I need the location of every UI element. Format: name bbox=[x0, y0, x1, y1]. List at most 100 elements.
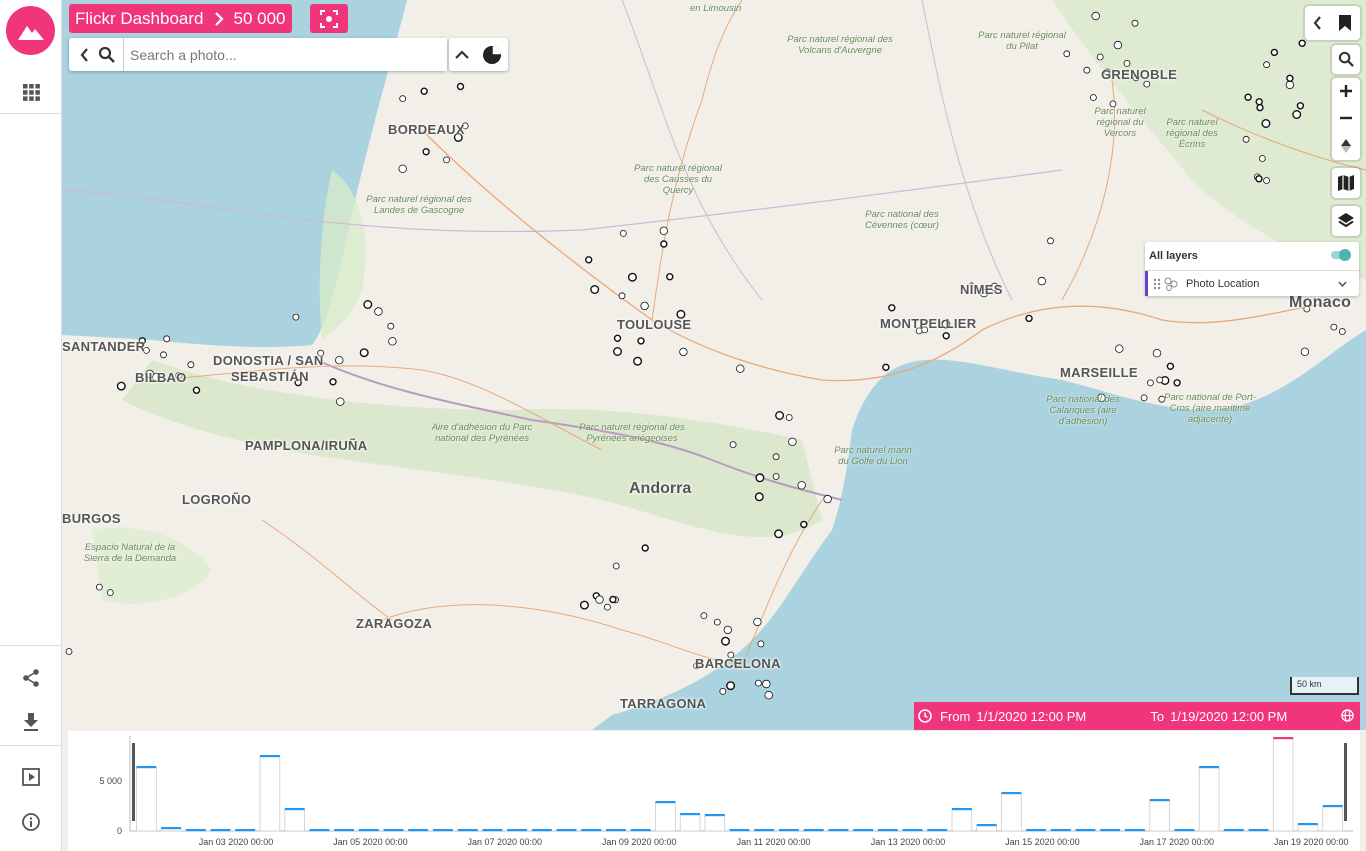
photo-marker[interactable] bbox=[443, 156, 450, 164]
timeline-bar[interactable] bbox=[284, 808, 306, 832]
from-value[interactable]: 1/1/2020 12:00 PM bbox=[976, 709, 1150, 724]
photo-marker[interactable] bbox=[1091, 11, 1100, 21]
timeline-chart[interactable]: 5 000 0 Jan 03 2020 00:00 Jan 05 2020 00:0… bbox=[68, 731, 1360, 851]
photo-marker[interactable] bbox=[633, 356, 643, 366]
photo-marker[interactable] bbox=[1285, 80, 1295, 90]
photo-marker[interactable] bbox=[1263, 177, 1270, 184]
timeline-bar[interactable] bbox=[259, 755, 281, 832]
photo-marker[interactable] bbox=[797, 481, 806, 490]
photo-marker[interactable] bbox=[1263, 61, 1270, 69]
photo-marker[interactable] bbox=[187, 361, 195, 369]
photo-marker[interactable] bbox=[800, 520, 808, 529]
dashboard-title-bar[interactable]: Flickr Dashboard 50 000 bbox=[69, 4, 292, 33]
basemap-button[interactable] bbox=[1332, 168, 1360, 198]
photo-marker[interactable] bbox=[721, 636, 731, 646]
globe-icon[interactable] bbox=[1341, 709, 1354, 722]
photo-marker[interactable] bbox=[726, 681, 736, 691]
photo-marker[interactable] bbox=[882, 363, 890, 371]
photo-marker[interactable] bbox=[1298, 39, 1306, 47]
timeline-histogram[interactable]: 5 000 0 Jan 03 2020 00:00 Jan 05 2020 00:0… bbox=[68, 731, 1360, 851]
bookmarks-control[interactable] bbox=[1305, 6, 1360, 40]
photo-marker[interactable] bbox=[719, 688, 727, 695]
all-layers-toggle[interactable] bbox=[1331, 249, 1351, 261]
photo-marker[interactable] bbox=[604, 603, 611, 611]
photo-marker[interactable] bbox=[1242, 135, 1250, 143]
photo-marker[interactable] bbox=[764, 691, 773, 700]
apps-grid-button[interactable] bbox=[0, 70, 62, 114]
photo-marker[interactable] bbox=[585, 256, 593, 264]
timeline-bar[interactable] bbox=[1198, 766, 1220, 832]
chevron-down-icon[interactable] bbox=[1338, 281, 1347, 287]
photo-marker[interactable] bbox=[619, 229, 627, 237]
play-button[interactable] bbox=[0, 755, 62, 799]
photo-marker[interactable] bbox=[363, 300, 373, 310]
timeline-bar[interactable] bbox=[1001, 792, 1022, 832]
photo-marker[interactable] bbox=[788, 437, 797, 446]
photo-marker[interactable] bbox=[1143, 80, 1151, 88]
photo-marker[interactable] bbox=[660, 240, 668, 248]
photo-marker[interactable] bbox=[754, 492, 764, 502]
photo-marker[interactable] bbox=[1256, 103, 1264, 112]
photo-marker[interactable] bbox=[374, 307, 383, 316]
photo-marker[interactable] bbox=[772, 473, 780, 480]
photo-marker[interactable] bbox=[65, 648, 73, 655]
photo-marker[interactable] bbox=[613, 334, 622, 342]
drag-handle-icon[interactable] bbox=[1153, 278, 1161, 290]
download-button[interactable] bbox=[0, 700, 62, 744]
range-handle-start[interactable] bbox=[132, 743, 135, 821]
photo-marker[interactable] bbox=[1258, 155, 1266, 162]
compass-icon[interactable] bbox=[1340, 138, 1352, 154]
map-search-button[interactable] bbox=[1332, 45, 1360, 74]
photo-marker[interactable] bbox=[336, 397, 345, 406]
photo-marker[interactable] bbox=[1083, 66, 1091, 74]
search-button[interactable] bbox=[91, 46, 123, 64]
photo-marker[interactable] bbox=[422, 147, 430, 156]
photo-marker[interactable] bbox=[292, 313, 300, 321]
photo-marker[interactable] bbox=[612, 562, 620, 570]
photo-marker[interactable] bbox=[1338, 328, 1346, 335]
photo-marker[interactable] bbox=[1123, 60, 1131, 67]
back-button[interactable] bbox=[77, 47, 91, 62]
photo-marker[interactable] bbox=[774, 529, 784, 539]
timeline-bar[interactable] bbox=[679, 813, 701, 832]
photo-marker[interactable] bbox=[641, 544, 649, 552]
photo-marker[interactable] bbox=[106, 589, 114, 596]
timeline-bar[interactable] bbox=[1322, 805, 1344, 832]
photo-marker[interactable] bbox=[595, 595, 604, 604]
photo-marker[interactable] bbox=[329, 378, 337, 386]
photo-marker[interactable] bbox=[1261, 118, 1271, 128]
photo-marker[interactable] bbox=[723, 625, 732, 635]
photo-marker[interactable] bbox=[1090, 94, 1097, 101]
photo-marker[interactable] bbox=[1037, 276, 1046, 286]
photo-marker[interactable] bbox=[729, 441, 737, 449]
photo-marker[interactable] bbox=[1166, 362, 1175, 370]
timeline-bar[interactable] bbox=[136, 766, 157, 832]
zoom-out-icon[interactable] bbox=[1339, 111, 1353, 125]
photo-marker[interactable] bbox=[888, 304, 896, 312]
photo-marker[interactable] bbox=[1255, 98, 1263, 106]
photo-marker[interactable] bbox=[753, 617, 762, 627]
photo-marker[interactable] bbox=[627, 272, 637, 282]
photo-marker[interactable] bbox=[942, 332, 950, 340]
photo-marker[interactable] bbox=[1270, 48, 1279, 57]
photo-marker[interactable] bbox=[640, 301, 649, 311]
search-input[interactable] bbox=[123, 38, 447, 71]
photo-marker[interactable] bbox=[823, 494, 832, 504]
photo-marker[interactable] bbox=[637, 337, 645, 345]
photo-marker[interactable] bbox=[785, 414, 793, 421]
photo-marker[interactable] bbox=[420, 87, 428, 95]
photo-marker[interactable] bbox=[1047, 237, 1054, 245]
photo-marker[interactable] bbox=[679, 347, 688, 357]
photo-marker[interactable] bbox=[700, 612, 708, 619]
time-filter-bar[interactable]: From 1/1/2020 12:00 PM To 1/19/2020 12:0… bbox=[914, 702, 1360, 730]
photo-marker[interactable] bbox=[1173, 379, 1181, 387]
photo-marker[interactable] bbox=[755, 473, 765, 483]
photo-marker[interactable] bbox=[359, 348, 369, 358]
photo-marker[interactable] bbox=[1140, 394, 1148, 402]
photo-marker[interactable] bbox=[713, 618, 721, 626]
photo-marker[interactable] bbox=[736, 364, 745, 373]
photo-marker[interactable] bbox=[399, 95, 407, 102]
photo-marker[interactable] bbox=[772, 453, 780, 461]
range-handle-end[interactable] bbox=[1344, 743, 1347, 821]
photo-marker[interactable] bbox=[755, 679, 762, 687]
